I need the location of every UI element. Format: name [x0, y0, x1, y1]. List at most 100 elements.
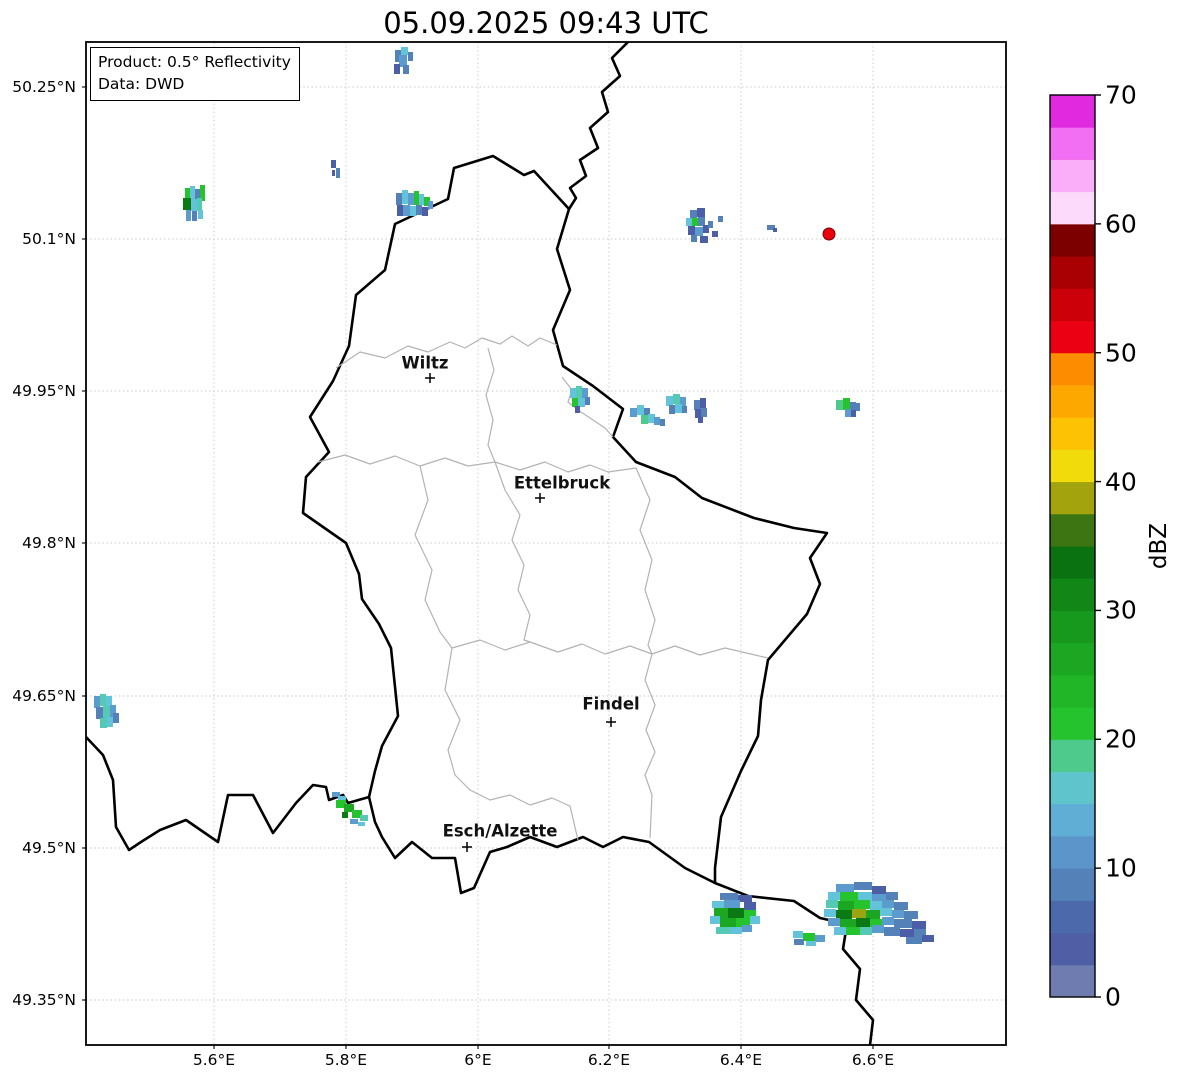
echo-cell: [331, 160, 336, 168]
echo-south-3: [824, 882, 934, 944]
echo-cell: [113, 713, 119, 723]
echo-cell: [854, 900, 870, 909]
echo-cell: [730, 927, 742, 934]
colorbar: [1049, 94, 1101, 998]
echo-cell: [660, 419, 665, 426]
echo-cell: [803, 933, 815, 941]
echo-cell: [648, 414, 655, 423]
echo-east-2b: [666, 394, 687, 414]
echo-cell: [396, 193, 402, 205]
echo-cell: [854, 882, 872, 890]
map-canvas: Wiltz Ettelbruck Findel Esch/Alzette: [82, 41, 1101, 1049]
echo-cell: [682, 406, 687, 413]
echo-cell: [669, 405, 675, 414]
colorbar-segment: [1050, 127, 1095, 160]
echo-cell: [894, 902, 908, 910]
echo-cell: [718, 216, 723, 222]
colorbar-segment: [1050, 707, 1095, 740]
echo-south-1: [710, 893, 760, 934]
echo-cell: [332, 170, 335, 176]
echo-cell: [828, 892, 840, 900]
echo-cell: [738, 895, 752, 902]
city-label: Ettelbruck: [514, 474, 611, 493]
echo-cell: [96, 707, 103, 719]
echo-cell: [358, 822, 365, 826]
echo-south-2: [793, 931, 825, 946]
echo-cell: [408, 52, 413, 61]
echo-cell: [94, 696, 100, 708]
echo-east-2c: [694, 398, 707, 423]
longitude-tick-label: 6.2°E: [587, 1051, 631, 1069]
echo-cell: [828, 918, 840, 926]
echo-cell: [401, 47, 408, 55]
echo-cell: [922, 935, 934, 942]
echo-cell: [700, 398, 706, 408]
echo-cell: [198, 210, 203, 219]
echo-cell: [654, 417, 660, 425]
product-info-box: Product: 0.5° Reflectivity Data: DWD: [90, 47, 300, 101]
echo-west-1: [183, 185, 205, 221]
echo-cell: [894, 919, 912, 928]
echo-north-mid: [396, 190, 433, 216]
echo-cell: [700, 236, 708, 243]
echo-cell: [419, 194, 424, 205]
echo-cell: [852, 909, 866, 918]
echo-cell: [360, 815, 368, 821]
echo-cell: [720, 918, 736, 927]
longitude-tick-label: 6.4°E: [719, 1051, 763, 1069]
colorbar-segment: [1050, 900, 1095, 934]
echo-cell: [570, 388, 576, 398]
echo-cell: [904, 911, 918, 919]
colorbar-segment: [1050, 320, 1095, 354]
echo-cell: [882, 917, 894, 925]
echo-cell: [408, 193, 414, 205]
echo-cell: [106, 696, 112, 706]
echo-cell: [728, 908, 744, 918]
radar-echo-layer: [94, 47, 934, 946]
echo-cell: [695, 227, 703, 236]
colorbar-tick-label: 40: [1105, 467, 1137, 497]
echo-cell: [641, 415, 648, 424]
colorbar-segment: [1050, 835, 1095, 869]
echo-cell: [872, 925, 884, 933]
echo-cell: [836, 884, 854, 892]
city-wiltz: Wiltz: [401, 354, 449, 383]
latitude-tick-label: 49.8°N: [22, 534, 76, 552]
echo-cell: [692, 218, 698, 226]
colorbar-tick-label: 60: [1105, 209, 1137, 239]
latitude-tick-label: 50.25°N: [12, 78, 76, 96]
echo-cell: [666, 396, 673, 406]
echo-cell: [838, 901, 854, 910]
echo-cell: [637, 405, 644, 415]
echo-cell: [710, 916, 720, 924]
echo-cell: [416, 205, 422, 215]
colorbar-segment: [1050, 803, 1095, 837]
echo-cell: [191, 199, 197, 211]
colorbar-segment: [1050, 191, 1095, 225]
colorbar-segment: [1050, 513, 1095, 547]
longitude-tick-label: 5.8°E: [324, 1051, 368, 1069]
echo-cell: [712, 901, 724, 908]
latitude-tick-label: 50.1°N: [22, 230, 76, 248]
echo-cell: [394, 64, 400, 74]
echo-cell: [422, 207, 428, 216]
echo-cell: [793, 931, 803, 938]
latitude-tick-label: 49.65°N: [12, 687, 76, 705]
echo-cell: [892, 910, 904, 918]
echo-cell: [192, 211, 197, 221]
echo-cell: [724, 900, 740, 908]
colorbar-segment: [1050, 642, 1095, 676]
echo-cell: [906, 937, 922, 944]
echo-cell: [630, 408, 637, 417]
city-findel: Findel: [582, 695, 640, 727]
echo-cell: [107, 717, 113, 727]
echo-vianden: [570, 386, 590, 413]
echo-cell: [826, 900, 838, 908]
luxembourg-border: [301, 154, 829, 895]
echo-cell: [675, 404, 682, 413]
echo-cell: [843, 398, 850, 410]
colorbar-segment: [1050, 546, 1095, 579]
colorbar-segment: [1050, 449, 1095, 483]
echo-cell: [100, 694, 106, 706]
echo-cell: [900, 929, 914, 937]
